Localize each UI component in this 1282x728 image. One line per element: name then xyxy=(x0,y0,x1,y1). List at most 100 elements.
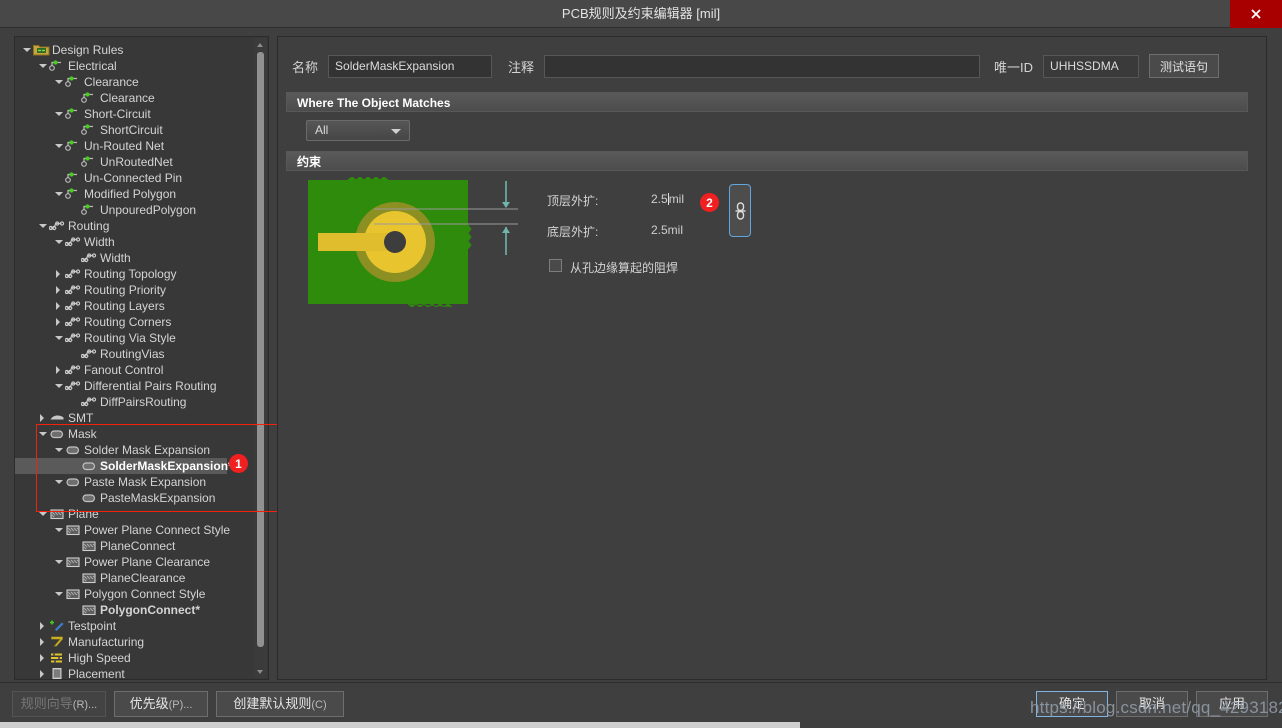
tree-item-smt[interactable]: SMT xyxy=(15,410,255,426)
tree-item-width[interactable]: Width xyxy=(15,250,255,266)
scrollbar-thumb[interactable] xyxy=(257,52,264,647)
chevron-down-icon[interactable] xyxy=(37,426,49,442)
tree-item-routing-topology[interactable]: Routing Topology xyxy=(15,266,255,282)
tree-item-short-circuit[interactable]: Short-Circuit xyxy=(15,106,255,122)
name-label: 名称 xyxy=(292,59,319,75)
tree-item-routing-via-style[interactable]: Routing Via Style xyxy=(15,330,255,346)
bottom-expansion-value[interactable]: 2.5mil xyxy=(651,223,683,237)
chevron-down-icon[interactable] xyxy=(37,506,49,522)
chevron-down-icon[interactable] xyxy=(53,74,65,90)
tree-item-unroutednet[interactable]: UnRoutedNet xyxy=(15,154,255,170)
tree-item-clearance[interactable]: Clearance xyxy=(15,74,255,90)
tree-item-placement[interactable]: Placement xyxy=(15,666,255,679)
tree-item-manufacturing[interactable]: Manufacturing xyxy=(15,634,255,650)
name-input[interactable] xyxy=(328,54,493,78)
test-query-button[interactable]: 测试语句 xyxy=(1149,54,1220,78)
tree-item-routing-corners[interactable]: Routing Corners xyxy=(15,314,255,330)
tree-item-design-rules[interactable]: Design Rules xyxy=(15,42,255,58)
top-expansion-value-field[interactable]: 2.5mil xyxy=(651,192,684,206)
chevron-right-icon[interactable] xyxy=(53,282,65,298)
tree-item-polygonconnect[interactable]: PolygonConnect* xyxy=(15,602,255,618)
tree-item-polygon-connect-style[interactable]: Polygon Connect Style xyxy=(15,586,255,602)
chevron-right-icon[interactable] xyxy=(37,618,49,634)
link-layers-toggle-button[interactable] xyxy=(729,184,751,237)
chevron-down-icon[interactable] xyxy=(53,522,65,538)
tree-item-routing-layers[interactable]: Routing Layers xyxy=(15,298,255,314)
chevron-down-icon[interactable] xyxy=(53,234,65,250)
tree-item-power-plane-clearance[interactable]: Power Plane Clearance xyxy=(15,554,255,570)
rule-wizard-button[interactable]: 规则向导(R)... xyxy=(12,691,106,717)
electrical-rule-icon xyxy=(65,107,82,121)
chevron-down-icon[interactable] xyxy=(53,138,65,154)
tree-item-pastemaskexpansion[interactable]: PasteMaskExpansion xyxy=(15,490,255,506)
electrical-rule-icon xyxy=(65,171,82,185)
tree-item-electrical[interactable]: Electrical xyxy=(15,58,255,74)
tree-item-routing[interactable]: Routing xyxy=(15,218,255,234)
close-button[interactable] xyxy=(1230,0,1282,28)
tree-item-diffpairsrouting[interactable]: DiffPairsRouting xyxy=(15,394,255,410)
electrical-rule-icon xyxy=(81,203,98,217)
chevron-down-icon[interactable] xyxy=(21,42,33,58)
chevron-down-icon[interactable] xyxy=(53,586,65,602)
tree-item-differential-pairs-routing[interactable]: Differential Pairs Routing xyxy=(15,378,255,394)
chevron-right-icon[interactable] xyxy=(53,362,65,378)
design-rules-tree[interactable]: Design Rules Electrical Clearance Clearance… xyxy=(15,37,255,679)
tree-item-planeclearance[interactable]: PlaneClearance xyxy=(15,570,255,586)
tree-item-width[interactable]: Width xyxy=(15,234,255,250)
tree-item-power-plane-connect-style[interactable]: Power Plane Connect Style xyxy=(15,522,255,538)
mask-rule-icon xyxy=(81,491,98,505)
solder-mask-from-hole-edge-checkbox[interactable] xyxy=(549,259,562,272)
chevron-down-icon[interactable] xyxy=(53,330,65,346)
tree-item-paste-mask-expansion[interactable]: Paste Mask Expansion xyxy=(15,474,255,490)
chevron-right-icon[interactable] xyxy=(53,266,65,282)
tree-item-label: PlaneClearance xyxy=(100,571,186,585)
scope-dropdown[interactable]: All xyxy=(306,120,410,141)
ok-button[interactable]: 确定 xyxy=(1036,691,1108,717)
design-rules-tree-panel[interactable]: Design Rules Electrical Clearance Clearance… xyxy=(14,36,269,680)
chevron-down-icon[interactable] xyxy=(53,554,65,570)
chevron-down-icon[interactable] xyxy=(53,186,65,202)
comment-input[interactable] xyxy=(544,54,981,78)
chevron-down-icon[interactable] xyxy=(53,378,65,394)
tree-item-label: Short-Circuit xyxy=(84,107,151,121)
chevron-down-icon[interactable] xyxy=(53,474,65,490)
chevron-down-icon[interactable] xyxy=(37,58,49,74)
chevron-right-icon[interactable] xyxy=(37,410,49,426)
tree-item-mask[interactable]: Mask xyxy=(15,426,255,442)
chevron-right-icon[interactable] xyxy=(37,650,49,666)
mask-rule-icon xyxy=(65,443,82,457)
tree-item-un-connected-pin[interactable]: Un-Connected Pin xyxy=(15,170,255,186)
chevron-right-icon[interactable] xyxy=(37,666,49,679)
tree-scrollbar[interactable] xyxy=(254,38,267,678)
create-default-rules-button[interactable]: 创建默认规则(C) xyxy=(216,691,344,717)
tree-item-testpoint[interactable]: Testpoint xyxy=(15,618,255,634)
chevron-down-icon[interactable] xyxy=(53,106,65,122)
tree-item-fanout-control[interactable]: Fanout Control xyxy=(15,362,255,378)
tree-item-modified-polygon[interactable]: Modified Polygon xyxy=(15,186,255,202)
priority-button[interactable]: 优先级(P)... xyxy=(114,691,208,717)
tree-item-label: UnpouredPolygon xyxy=(100,203,197,217)
chevron-down-icon[interactable] xyxy=(37,218,49,234)
tree-item-soldermaskexpansion[interactable]: SolderMaskExpansion* xyxy=(15,458,233,474)
horizontal-scroll-strip[interactable] xyxy=(0,722,1282,728)
tree-item-solder-mask-expansion[interactable]: Solder Mask Expansion xyxy=(15,442,255,458)
tree-item-plane[interactable]: Plane xyxy=(15,506,255,522)
tree-item-routingvias[interactable]: RoutingVias xyxy=(15,346,255,362)
cancel-button[interactable]: 取消 xyxy=(1116,691,1188,717)
apply-button[interactable]: 应用 xyxy=(1196,691,1268,717)
scroll-up-arrow-icon[interactable] xyxy=(254,38,267,51)
chevron-right-icon[interactable] xyxy=(53,314,65,330)
tree-item-clearance[interactable]: Clearance xyxy=(15,90,255,106)
tree-item-routing-priority[interactable]: Routing Priority xyxy=(15,282,255,298)
tree-item-unpouredpolygon[interactable]: UnpouredPolygon xyxy=(15,202,255,218)
tree-item-planeconnect[interactable]: PlaneConnect xyxy=(15,538,255,554)
chevron-down-icon[interactable] xyxy=(53,442,65,458)
tree-item-shortcircuit[interactable]: ShortCircuit xyxy=(15,122,255,138)
tree-item-un-routed-net[interactable]: Un-Routed Net xyxy=(15,138,255,154)
horizontal-scrollbar-thumb[interactable] xyxy=(0,722,800,728)
chevron-right-icon[interactable] xyxy=(53,298,65,314)
unique-id-input[interactable] xyxy=(1043,54,1140,78)
chevron-right-icon[interactable] xyxy=(37,634,49,650)
scroll-down-arrow-icon[interactable] xyxy=(254,665,267,678)
tree-item-high-speed[interactable]: High Speed xyxy=(15,650,255,666)
